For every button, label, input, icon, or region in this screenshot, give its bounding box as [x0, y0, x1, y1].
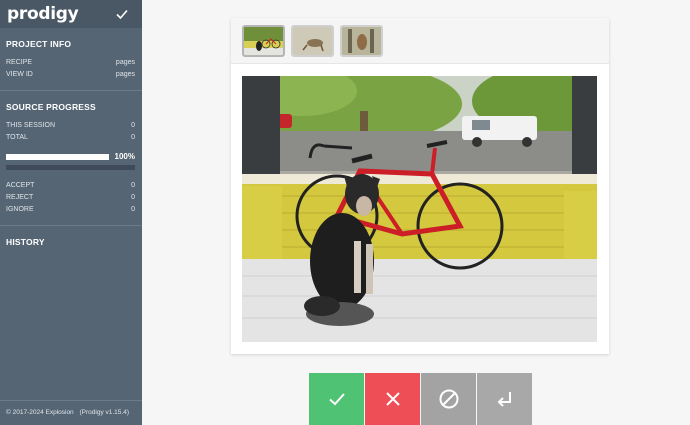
accept-count: 0: [131, 182, 135, 189]
dog-bicycle-photo: [242, 76, 597, 342]
no-entry-icon: [439, 389, 458, 409]
version-link[interactable]: (Prodigy v1.15.4): [79, 409, 129, 416]
accept-button[interactable]: [309, 373, 364, 425]
accept-row: ACCEPT 0: [6, 180, 135, 192]
page-thumbnail-2[interactable]: [291, 24, 334, 57]
page-thumbnail-1[interactable]: [242, 24, 285, 57]
history-title[interactable]: HISTORY: [6, 237, 135, 247]
undo-button[interactable]: [477, 373, 532, 425]
ignore-button[interactable]: [421, 373, 476, 425]
action-buttons: [309, 373, 532, 425]
progress-percent: 100%: [114, 152, 135, 161]
this-session-label: THIS SESSION: [6, 122, 56, 129]
copyright-text: © 2017-2024 Explosion: [6, 409, 74, 416]
project-info-title: PROJECT INFO: [6, 39, 72, 49]
total-row: TOTAL 0: [6, 132, 135, 144]
sidebar-header: prodigy: [0, 0, 142, 28]
this-session-value: 0: [131, 122, 135, 129]
progress-bar: [6, 153, 109, 160]
ignore-row: IGNORE 0: [6, 204, 135, 216]
ignore-count: 0: [131, 206, 135, 213]
source-progress-title: SOURCE PROGRESS: [6, 102, 96, 112]
page-thumbnails: [231, 18, 609, 64]
check-icon: [328, 393, 345, 406]
task-image: [242, 76, 597, 342]
reject-row: REJECT 0: [6, 192, 135, 204]
view-id-row: VIEW ID pages: [6, 69, 135, 81]
recipe-label: RECIPE: [6, 59, 33, 66]
progress-row: 100%: [6, 152, 135, 161]
prodigy-logo: prodigy: [7, 4, 79, 24]
secondary-progress-bar: [6, 165, 135, 170]
ignore-label: IGNORE: [6, 206, 34, 213]
page-thumbnail-3[interactable]: [340, 24, 383, 57]
undo-arrow-icon: [497, 392, 511, 407]
view-id-label: VIEW ID: [6, 71, 33, 78]
this-session-row: THIS SESSION 0: [6, 120, 135, 132]
source-progress-section: SOURCE PROGRESS THIS SESSION 0 TOTAL 0 1…: [0, 91, 142, 226]
x-icon: [385, 392, 400, 406]
total-value: 0: [131, 134, 135, 141]
accept-label: ACCEPT: [6, 182, 35, 189]
reject-label: REJECT: [6, 194, 34, 201]
reject-button[interactable]: [365, 373, 420, 425]
sidebar: prodigy PROJECT INFO RECIPE pages VIEW I…: [0, 0, 142, 425]
sidebar-footer: © 2017-2024 Explosion (Prodigy v1.15.4): [0, 400, 142, 425]
check-icon[interactable]: [114, 6, 130, 22]
annotation-card: [231, 18, 609, 354]
recipe-row: RECIPE pages: [6, 57, 135, 69]
recipe-value: pages: [115, 59, 135, 66]
project-info-section: PROJECT INFO RECIPE pages VIEW ID pages: [0, 28, 142, 91]
view-id-value: pages: [115, 71, 135, 78]
reject-count: 0: [131, 194, 135, 201]
history-section[interactable]: HISTORY: [0, 226, 142, 264]
progress-fill: [6, 153, 109, 160]
total-label: TOTAL: [6, 134, 28, 141]
